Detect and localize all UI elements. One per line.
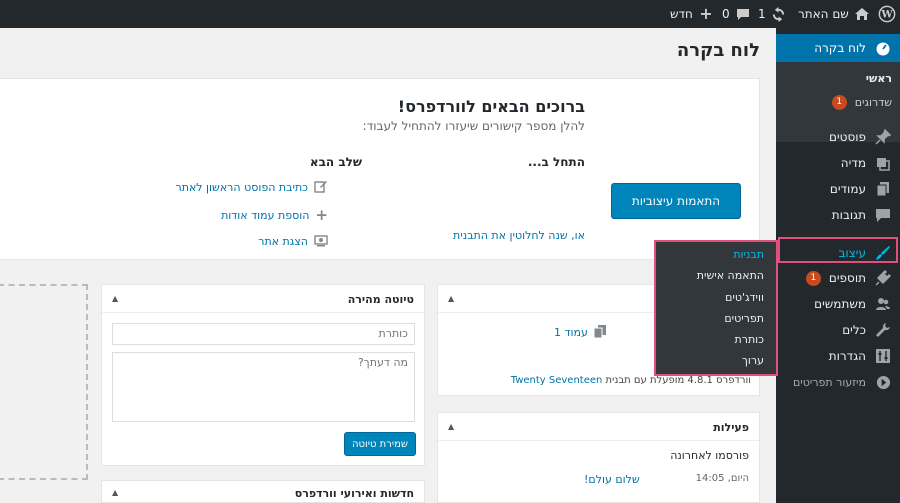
comments-count: 0 bbox=[722, 7, 730, 21]
media-icon bbox=[874, 154, 892, 172]
quick-draft-header: טיוטה מהירה ▲ bbox=[102, 285, 424, 313]
theme-link[interactable]: Twenty Seventeen bbox=[511, 375, 603, 386]
activity-header: פעילות ▲ bbox=[438, 413, 759, 441]
sidebar-item-pages[interactable]: עמודים bbox=[776, 175, 900, 203]
flyout-item-header[interactable]: כותרת bbox=[735, 333, 764, 346]
version-text: וורדפרס 4.8.1 מופעלת עם תבנית Twenty Sev… bbox=[510, 375, 751, 386]
sidebar-item-comments[interactable]: תגובות bbox=[776, 201, 900, 229]
quick-draft-title: טיוטה מהירה bbox=[347, 293, 414, 306]
new-content-link[interactable]: חדש + bbox=[670, 0, 715, 28]
quick-draft-box: טיוטה מהירה ▲ כותרת מה דעתך? שמירת טיוטה bbox=[101, 284, 425, 466]
next-steps-heading: שלב הבא bbox=[309, 155, 362, 169]
plus-icon: + bbox=[315, 206, 328, 224]
welcome-subheading: להלן מספר קישורים שיעזרו להתחיל לעבוד: bbox=[362, 119, 585, 133]
updates-count: 1 bbox=[758, 7, 766, 21]
sidebar-item-users[interactable]: משתמשים bbox=[776, 290, 900, 318]
wordpress-logo-icon[interactable]: W bbox=[878, 0, 896, 28]
updates-icon bbox=[770, 5, 788, 23]
activity-date: היום, 14:05 bbox=[695, 473, 749, 484]
write-first-post-item[interactable]: כתיבת הפוסט הראשון לאתר bbox=[150, 178, 328, 197]
view-site-link[interactable]: הצגת אתר bbox=[258, 235, 308, 248]
new-content-label: חדש bbox=[670, 7, 693, 21]
flyout-item-themes[interactable]: תבניות bbox=[733, 248, 764, 261]
news-header: חדשות ואירועי וורדפרס ▲ bbox=[102, 481, 424, 503]
dashboard-gauge-icon bbox=[874, 39, 892, 57]
empty-widget-drop-zone bbox=[0, 284, 88, 480]
sidebar-collapse-menu[interactable]: מיזעור תפריטים bbox=[776, 368, 900, 396]
sidebar-item-posts[interactable]: פוסטים bbox=[776, 123, 900, 151]
view-site-icon bbox=[314, 232, 328, 251]
sidebar-item-tools[interactable]: כלים bbox=[776, 316, 900, 344]
welcome-heading: ברוכים הבאים לוורדפרס! bbox=[397, 97, 585, 116]
home-icon bbox=[853, 5, 871, 23]
svg-text:W: W bbox=[880, 10, 893, 21]
draft-content-textarea[interactable]: מה דעתך? bbox=[112, 352, 415, 422]
add-about-page-link[interactable]: הוספת עמוד אודות bbox=[221, 209, 309, 222]
flyout-item-editor[interactable]: ערוך bbox=[742, 354, 764, 367]
activity-title: פעילות bbox=[713, 421, 749, 434]
users-icon bbox=[874, 295, 892, 313]
add-about-page-item[interactable]: + הוספת עמוד אודות bbox=[150, 206, 328, 224]
news-title: חדשות ואירועי וורדפרס bbox=[294, 487, 414, 500]
wrench-icon bbox=[874, 321, 892, 339]
pages-icon bbox=[593, 323, 606, 342]
toggle-arrow-icon[interactable]: ▲ bbox=[448, 294, 454, 303]
plugins-badge: 1 bbox=[805, 270, 821, 286]
comments-link[interactable]: 0 bbox=[722, 0, 752, 28]
sidebar-item-media[interactable]: מדיה bbox=[776, 149, 900, 177]
flyout-item-widgets[interactable]: ווידג'טים bbox=[725, 291, 764, 304]
draft-title-input[interactable]: כותרת bbox=[112, 323, 415, 345]
get-started-heading: התחל ב... bbox=[527, 155, 585, 169]
plus-icon: + bbox=[699, 4, 713, 23]
site-name-label: שם האתר bbox=[798, 7, 849, 21]
toggle-arrow-icon[interactable]: ▲ bbox=[112, 488, 118, 497]
flyout-item-customize[interactable]: התאמה אישית bbox=[697, 269, 764, 282]
change-theme-link[interactable]: או, שנה לחלוטין את התבנית bbox=[453, 229, 585, 242]
appearance-highlight-frame bbox=[778, 237, 898, 263]
sidebar-item-updates[interactable]: שדרוגים 1 bbox=[776, 88, 900, 116]
admin-bar: W שם האתר 1 0 חדש + bbox=[0, 0, 900, 28]
pages-count-link[interactable]: עמוד 1 bbox=[554, 326, 588, 339]
site-name-link[interactable]: שם האתר bbox=[798, 0, 871, 28]
recently-published-label: פורסמו לאחרונה bbox=[670, 449, 749, 462]
sidebar-item-dashboard[interactable]: לוח בקרה bbox=[776, 34, 900, 62]
updates-badge: 1 bbox=[831, 94, 847, 110]
toggle-arrow-icon[interactable]: ▲ bbox=[448, 422, 454, 431]
settings-sliders-icon bbox=[874, 347, 892, 365]
toggle-arrow-icon[interactable]: ▲ bbox=[112, 294, 118, 303]
plug-icon bbox=[874, 269, 892, 287]
flyout-item-menus[interactable]: תפריטים bbox=[724, 312, 764, 325]
sidebar-item-settings[interactable]: הגדרות bbox=[776, 342, 900, 370]
comment-bubble-icon bbox=[734, 5, 752, 23]
page-title: לוח בקרה bbox=[676, 40, 760, 61]
save-draft-button[interactable]: שמירת טיוטה bbox=[344, 432, 416, 456]
sidebar-item-plugins[interactable]: תוספים 1 bbox=[776, 264, 900, 292]
news-box: חדשות ואירועי וורדפרס ▲ bbox=[101, 480, 425, 503]
pin-icon bbox=[874, 128, 892, 146]
appearance-flyout-menu: תבניות התאמה אישית ווידג'טים תפריטים כות… bbox=[654, 240, 778, 376]
activity-box: פעילות ▲ פורסמו לאחרונה היום, 14:05 שלום… bbox=[437, 412, 760, 503]
admin-sidebar: לוח בקרה ראשי שדרוגים 1 פוסטים מדיה עמוד… bbox=[776, 28, 900, 503]
customize-site-button[interactable]: התאמות עיצוביות bbox=[611, 183, 741, 219]
pages-count-item[interactable]: עמוד 1 bbox=[554, 323, 606, 342]
updates-link[interactable]: 1 bbox=[758, 0, 788, 28]
pages-icon bbox=[874, 180, 892, 198]
view-site-item[interactable]: הצגת אתר bbox=[150, 232, 328, 251]
write-first-post-link[interactable]: כתיבת הפוסט הראשון לאתר bbox=[176, 181, 309, 194]
collapse-arrow-icon bbox=[874, 373, 892, 391]
edit-page-icon bbox=[314, 178, 328, 197]
welcome-panel: ברוכים הבאים לוורדפרס! להלן מספר קישורים… bbox=[0, 78, 760, 260]
activity-post-link[interactable]: שלום עולם! bbox=[584, 473, 640, 486]
comments-icon bbox=[874, 206, 892, 224]
